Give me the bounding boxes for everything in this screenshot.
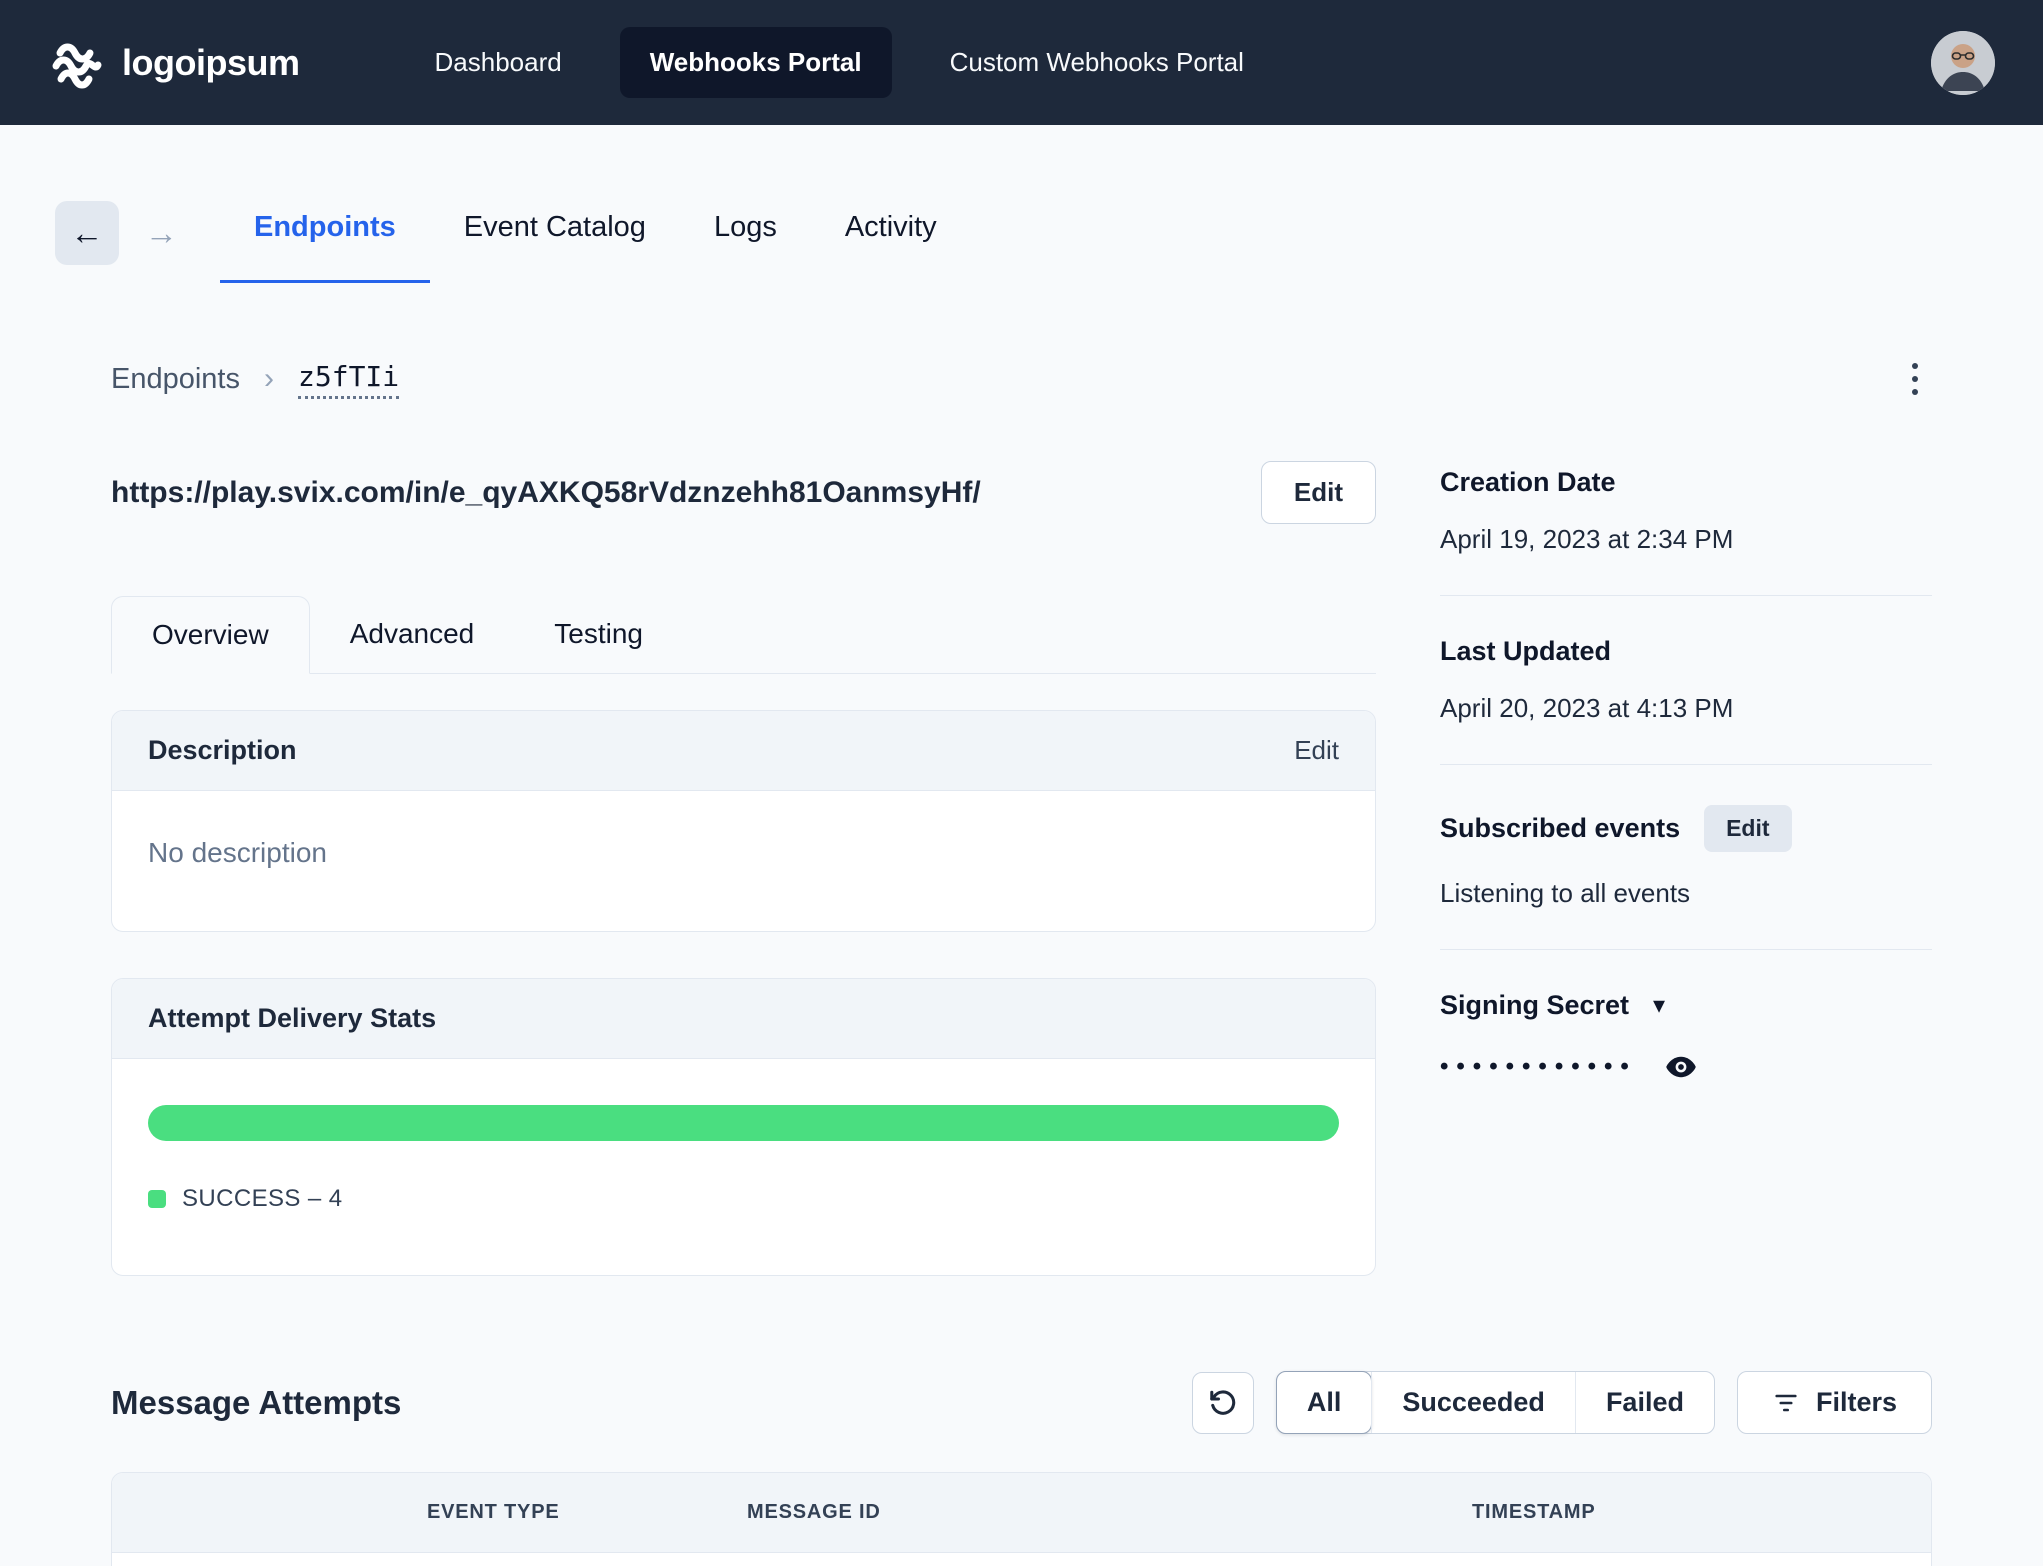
divider [1440, 595, 1932, 596]
endpoint-url: https://play.svix.com/in/e_qyAXKQ58rVdzn… [111, 475, 981, 509]
delivery-stats-title: Attempt Delivery Stats [148, 1003, 437, 1033]
table-row[interactable]: ✓ Succeeded invoice.created msg_2cJyg8l1… [112, 1553, 1931, 1566]
main-grid: https://play.svix.com/in/e_qyAXKQ58rVdzn… [111, 461, 1932, 1276]
tab-activity[interactable]: Activity [811, 183, 971, 283]
refresh-button[interactable] [1191, 1371, 1254, 1434]
tab-endpoints[interactable]: Endpoints [220, 183, 430, 283]
primary-nav: Dashboard Webhooks Portal Custom Webhook… [405, 27, 1932, 98]
last-updated-value: April 20, 2023 at 4:13 PM [1440, 693, 1734, 723]
filters-button[interactable]: Filters [1736, 1371, 1932, 1434]
success-legend-swatch [148, 1190, 166, 1208]
divider [1440, 764, 1932, 765]
message-attempts-section: Message Attempts All Succeeded Failed Fi… [111, 1371, 1932, 1566]
delivery-stats-card: Attempt Delivery Stats SUCCESS – 4 [111, 978, 1376, 1276]
signing-secret-block: Signing Secret ▾ •••••••••••• [1440, 990, 1932, 1085]
logo[interactable]: logoipsum [48, 35, 300, 91]
delivery-stats-card-header: Attempt Delivery Stats [112, 979, 1375, 1059]
endpoint-detail-tabs: Overview Advanced Testing [111, 596, 1376, 674]
creation-date-block: Creation Date April 19, 2023 at 2:34 PM [1440, 467, 1932, 555]
endpoint-url-row: https://play.svix.com/in/e_qyAXKQ58rVdzn… [111, 461, 1376, 524]
chevron-right-icon: › [264, 362, 274, 395]
divider [1440, 949, 1932, 950]
delivery-stats-card-body: SUCCESS – 4 [112, 1059, 1375, 1275]
nav-item-webhooks-portal[interactable]: Webhooks Portal [619, 27, 892, 98]
endpoint-main-column: https://play.svix.com/in/e_qyAXKQ58rVdzn… [111, 461, 1376, 1276]
endpoint-options-menu-button[interactable] [1898, 355, 1932, 403]
endpoint-details-sidebar: Creation Date April 19, 2023 at 2:34 PM … [1440, 461, 1932, 1085]
table-header-row: EVENT TYPE MESSAGE ID TIMESTAMP [112, 1473, 1931, 1553]
forward-arrow-icon: → [145, 214, 178, 251]
chevron-down-icon: ▾ [1653, 992, 1666, 1019]
subscribed-events-value: Listening to all events [1440, 878, 1691, 908]
back-button[interactable]: ← [55, 201, 119, 265]
filter-icon [1775, 1394, 1797, 1411]
creation-date-label: Creation Date [1440, 467, 1616, 497]
delivery-stat-bar [148, 1105, 1339, 1141]
page-content: Endpoints › z5fTIi https://play.svix.com… [0, 355, 2043, 1566]
attempts-controls: All Succeeded Failed Filters [1191, 1371, 1932, 1434]
status-filter-group: All Succeeded Failed [1275, 1371, 1715, 1434]
refresh-icon [1210, 1389, 1236, 1415]
eye-icon [1666, 1056, 1696, 1078]
timestamp-column-header: TIMESTAMP [1472, 1501, 1596, 1523]
reveal-secret-button[interactable] [1663, 1049, 1699, 1085]
top-navbar: logoipsum Dashboard Webhooks Portal Cust… [0, 0, 2043, 125]
description-empty-text: No description [148, 837, 327, 868]
subscribed-events-block: Subscribed events Edit Listening to all … [1440, 805, 1932, 909]
subscribed-events-label: Subscribed events [1440, 813, 1681, 843]
back-arrow-icon: ← [70, 214, 104, 251]
breadcrumb: Endpoints › z5fTIi [111, 360, 400, 399]
message-attempts-header: Message Attempts All Succeeded Failed Fi… [111, 1371, 1932, 1434]
tab-overview[interactable]: Overview [111, 596, 310, 674]
tab-event-catalog[interactable]: Event Catalog [430, 183, 680, 283]
edit-description-button[interactable]: Edit [1294, 735, 1339, 766]
signing-secret-toggle[interactable]: Signing Secret ▾ [1440, 990, 1932, 1021]
user-avatar[interactable] [1931, 30, 1995, 95]
portal-tabs: Endpoints Event Catalog Logs Activity [220, 183, 971, 283]
signing-secret-value-row: •••••••••••• [1440, 1049, 1932, 1085]
signing-secret-label: Signing Secret [1440, 990, 1630, 1020]
creation-date-value: April 19, 2023 at 2:34 PM [1440, 524, 1734, 554]
signing-secret-masked: •••••••••••• [1440, 1053, 1637, 1080]
breadcrumb-row: Endpoints › z5fTIi [111, 355, 1932, 403]
logo-wave-icon [48, 35, 104, 91]
message-attempts-table: EVENT TYPE MESSAGE ID TIMESTAMP ✓ Succee… [111, 1472, 1932, 1566]
filters-button-label: Filters [1815, 1387, 1897, 1417]
description-card-body: No description [112, 791, 1375, 931]
breadcrumb-endpoint-id[interactable]: z5fTIi [298, 360, 400, 399]
event-type-column-header: EVENT TYPE [427, 1501, 560, 1523]
breadcrumb-endpoints[interactable]: Endpoints [111, 363, 240, 396]
tab-advanced[interactable]: Advanced [310, 596, 515, 674]
description-title: Description [148, 735, 297, 765]
edit-subscribed-events-button[interactable]: Edit [1704, 805, 1792, 852]
message-attempts-title: Message Attempts [111, 1383, 402, 1421]
filter-all-button[interactable]: All [1275, 1371, 1373, 1434]
portal-tabs-row: ← → Endpoints Event Catalog Logs Activit… [0, 183, 2043, 283]
tab-testing[interactable]: Testing [514, 596, 683, 674]
forward-button[interactable]: → [145, 214, 178, 252]
nav-item-dashboard[interactable]: Dashboard [405, 27, 592, 98]
message-id-column-header: MESSAGE ID [747, 1501, 881, 1523]
last-updated-block: Last Updated April 20, 2023 at 4:13 PM [1440, 636, 1932, 724]
filter-failed-button[interactable]: Failed [1574, 1372, 1714, 1433]
edit-endpoint-url-button[interactable]: Edit [1260, 461, 1376, 524]
nav-item-custom-webhooks-portal[interactable]: Custom Webhooks Portal [920, 27, 1274, 98]
filter-succeeded-button[interactable]: Succeeded [1371, 1372, 1575, 1433]
last-updated-label: Last Updated [1440, 636, 1612, 666]
logo-text: logoipsum [122, 41, 300, 83]
description-card: Description Edit No description [111, 710, 1376, 932]
description-card-header: Description Edit [112, 711, 1375, 791]
delivery-stat-legend: SUCCESS – 4 [148, 1185, 1339, 1213]
success-legend-label: SUCCESS – 4 [182, 1185, 343, 1212]
tab-logs[interactable]: Logs [680, 183, 811, 283]
